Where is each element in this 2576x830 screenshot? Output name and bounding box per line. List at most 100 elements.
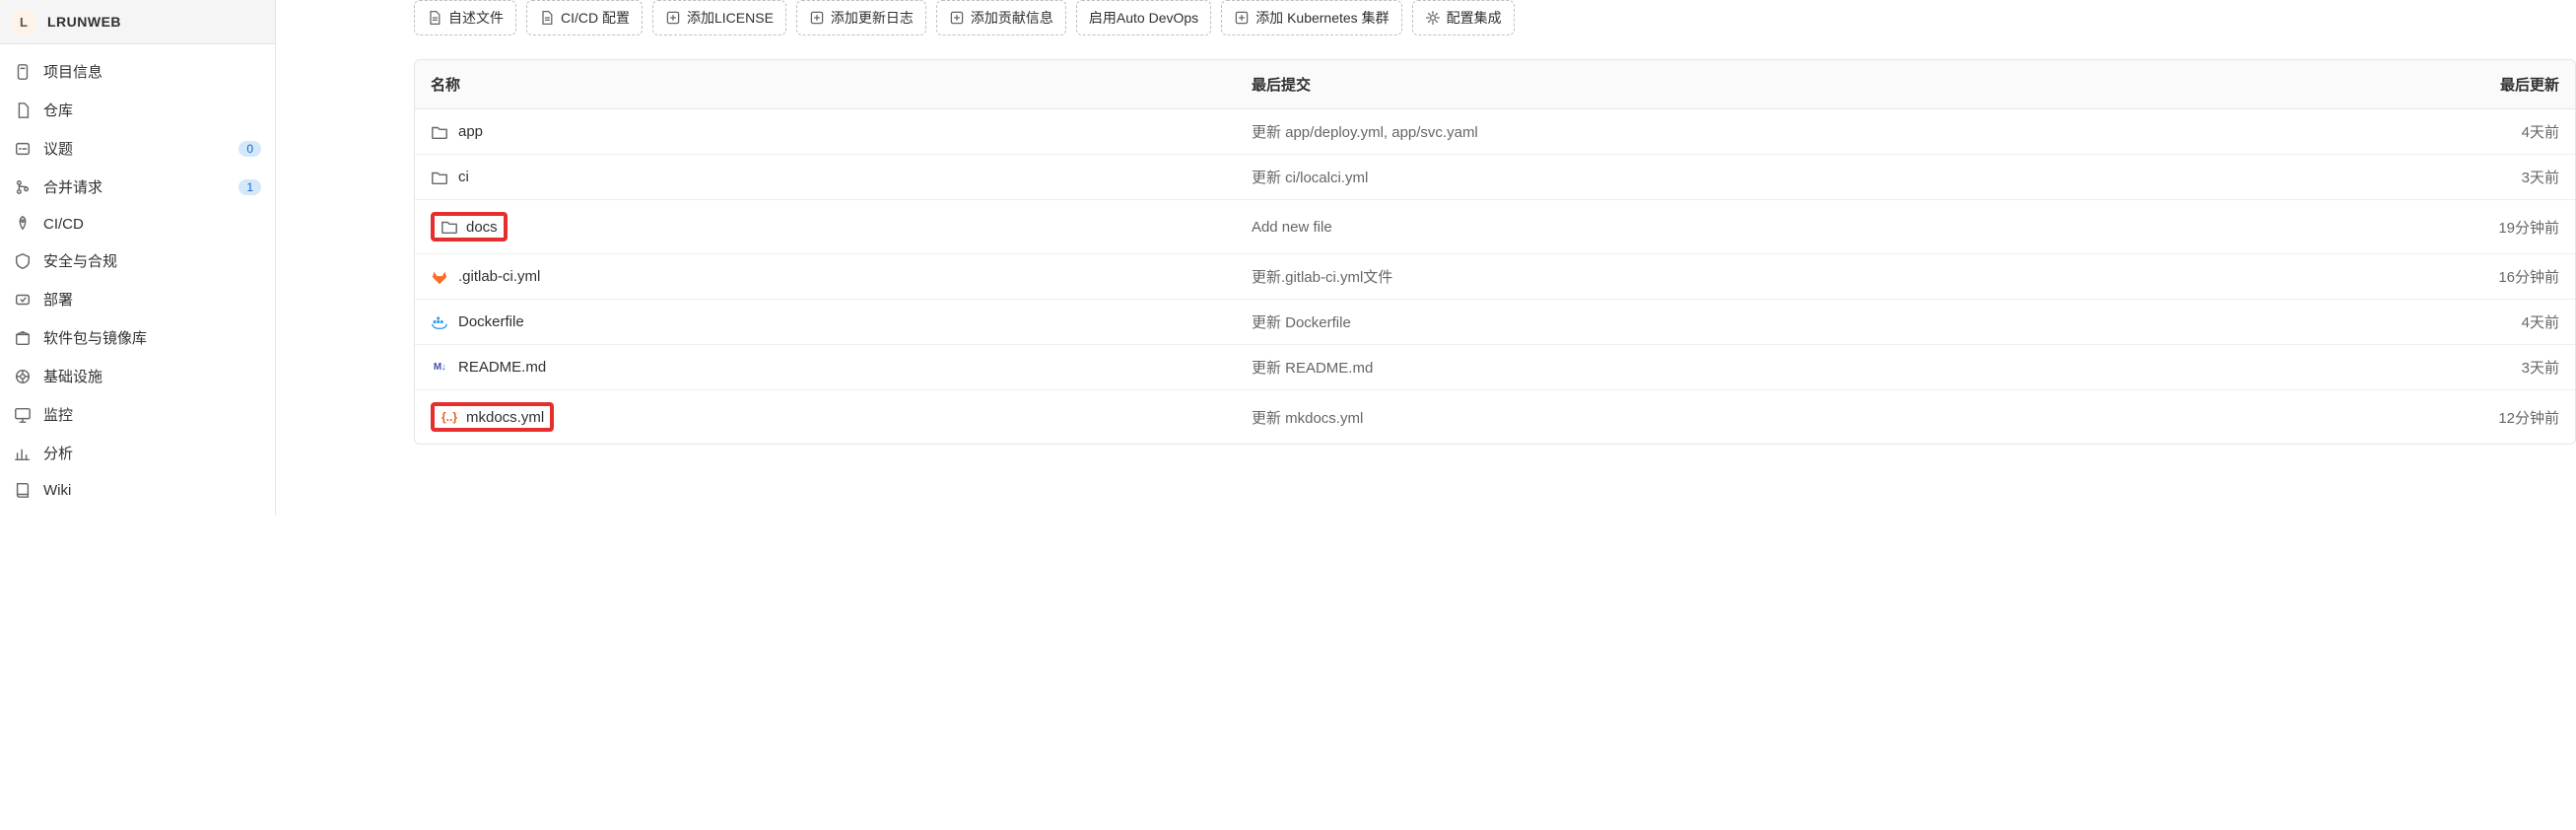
shield-icon xyxy=(14,252,32,270)
gitlab-icon xyxy=(431,268,448,286)
cell-commit[interactable]: Add new file xyxy=(1236,200,2272,254)
table-row[interactable]: M↓ README.md 更新 README.md3天前 xyxy=(415,345,2575,390)
sidebar-item-6[interactable]: 部署 xyxy=(0,280,275,318)
sidebar-badge: 1 xyxy=(238,179,261,195)
table-row[interactable]: .gitlab-ci.yml 更新.gitlab-ci.yml文件16分钟前 xyxy=(415,254,2575,300)
file-name-text: Dockerfile xyxy=(458,313,524,330)
cell-commit[interactable]: 更新 README.md xyxy=(1236,345,2272,390)
main-content: 自述文件 CI/CD 配置 添加LICENSE 添加更新日志 添加贡献信息 启用Auto … xyxy=(276,0,2576,516)
plus-icon xyxy=(949,10,965,26)
cell-name[interactable]: M↓ README.md xyxy=(415,345,1236,390)
file-doc-icon xyxy=(539,10,555,26)
table-row[interactable]: Dockerfile 更新 Dockerfile4天前 xyxy=(415,300,2575,345)
file-name-text: app xyxy=(458,123,483,140)
quick-actions-row: 自述文件 CI/CD 配置 添加LICENSE 添加更新日志 添加贡献信息 启用Auto … xyxy=(414,0,2576,47)
table-row[interactable]: {..}mkdocs.yml更新 mkdocs.yml12分钟前 xyxy=(415,390,2575,445)
sidebar-item-1[interactable]: 仓库 xyxy=(0,91,275,129)
plus-icon xyxy=(665,10,681,26)
cell-updated: 19分钟前 xyxy=(2272,200,2575,254)
cell-name[interactable]: .gitlab-ci.yml xyxy=(415,254,1236,300)
sidebar-item-11[interactable]: Wiki xyxy=(0,472,275,508)
cell-commit[interactable]: 更新 Dockerfile xyxy=(1236,300,2272,345)
sidebar-item-label: 仓库 xyxy=(43,100,261,120)
docker-icon xyxy=(431,313,448,331)
infra-icon xyxy=(14,368,32,385)
table-row[interactable]: ci更新 ci/localci.yml3天前 xyxy=(415,155,2575,200)
sidebar-item-0[interactable]: 项目信息 xyxy=(0,52,275,91)
sidebar-item-label: 项目信息 xyxy=(43,61,261,82)
table-row[interactable]: app更新 app/deploy.yml, app/svc.yaml4天前 xyxy=(415,109,2575,155)
cell-name[interactable]: ci xyxy=(415,155,1236,200)
gear-icon xyxy=(1425,10,1441,26)
quick-action-label: 添加LICENSE xyxy=(687,8,774,28)
sidebar-list: 项目信息仓库议题0合并请求1CI/CD安全与合规部署软件包与镜像库基础设施监控分… xyxy=(0,44,275,516)
file-doc-icon xyxy=(427,10,442,26)
rocket-icon xyxy=(14,215,32,233)
quick-action-6[interactable]: 添加 Kubernetes 集群 xyxy=(1221,0,1401,35)
sidebar-item-5[interactable]: 安全与合规 xyxy=(0,242,275,280)
quick-action-3[interactable]: 添加更新日志 xyxy=(796,0,926,35)
quick-action-7[interactable]: 配置集成 xyxy=(1412,0,1515,35)
sidebar-item-10[interactable]: 分析 xyxy=(0,434,275,472)
sidebar-badge: 0 xyxy=(238,141,261,157)
file-name-text: README.md xyxy=(458,359,546,376)
cell-updated: 12分钟前 xyxy=(2272,390,2575,445)
quick-action-label: CI/CD 配置 xyxy=(561,8,630,28)
quick-action-label: 添加 Kubernetes 集群 xyxy=(1255,8,1389,28)
sidebar-item-4[interactable]: CI/CD xyxy=(0,206,275,242)
cell-name[interactable]: {..}mkdocs.yml xyxy=(415,390,1236,445)
sidebar-item-label: 安全与合规 xyxy=(43,250,261,271)
file-table-body: app 更新 app/deploy.yml, app/svc.yaml 4天前 ci 更… xyxy=(415,109,2575,445)
package-icon xyxy=(14,329,32,347)
folder-icon xyxy=(431,123,448,141)
file-table: 名称 最后提交 最后更新 app 更新 app/deploy.yml, app/s… xyxy=(415,60,2575,444)
sidebar-item-9[interactable]: 监控 xyxy=(0,395,275,434)
merge-icon xyxy=(14,178,32,196)
cell-commit[interactable]: 更新 app/deploy.yml, app/svc.yaml xyxy=(1236,109,2272,155)
quick-action-label: 添加更新日志 xyxy=(831,8,914,28)
cell-name[interactable]: app xyxy=(415,109,1236,155)
quick-action-1[interactable]: CI/CD 配置 xyxy=(526,0,643,35)
quick-action-4[interactable]: 添加贡献信息 xyxy=(936,0,1066,35)
file-name-text: ci xyxy=(458,169,469,185)
sidebar: L LRUNWEB 项目信息仓库议题0合并请求1CI/CD安全与合规部署软件包与… xyxy=(0,0,276,516)
quick-action-0[interactable]: 自述文件 xyxy=(414,0,516,35)
quick-action-5[interactable]: 启用Auto DevOps xyxy=(1076,0,1211,35)
sidebar-item-label: 议题 xyxy=(43,138,238,159)
col-updated[interactable]: 最后更新 xyxy=(2272,60,2575,109)
cell-name[interactable]: Dockerfile xyxy=(415,300,1236,345)
quick-action-label: 启用Auto DevOps xyxy=(1089,8,1198,28)
monitor-icon xyxy=(14,406,32,424)
quick-action-2[interactable]: 添加LICENSE xyxy=(652,0,786,35)
analytics-icon xyxy=(14,445,32,462)
sidebar-item-8[interactable]: 基础设施 xyxy=(0,357,275,395)
plus-icon xyxy=(809,10,825,26)
book-icon xyxy=(14,481,32,499)
markdown-icon: M↓ xyxy=(431,359,448,377)
quick-action-label: 配置集成 xyxy=(1447,8,1502,28)
cell-updated: 3天前 xyxy=(2272,345,2575,390)
cell-commit[interactable]: 更新 mkdocs.yml xyxy=(1236,390,2272,445)
file-icon xyxy=(14,102,32,119)
sidebar-header[interactable]: L LRUNWEB xyxy=(0,0,275,44)
col-commit[interactable]: 最后提交 xyxy=(1236,60,2272,109)
cell-commit[interactable]: 更新 ci/localci.yml xyxy=(1236,155,2272,200)
file-name-text: mkdocs.yml xyxy=(466,409,544,426)
file-name-text: .gitlab-ci.yml xyxy=(458,268,540,285)
col-name[interactable]: 名称 xyxy=(415,60,1236,109)
cell-updated: 4天前 xyxy=(2272,300,2575,345)
cell-commit[interactable]: 更新.gitlab-ci.yml文件 xyxy=(1236,254,2272,300)
sidebar-item-3[interactable]: 合并请求1 xyxy=(0,168,275,206)
cell-updated: 16分钟前 xyxy=(2272,254,2575,300)
sidebar-item-label: 监控 xyxy=(43,404,261,425)
sidebar-item-label: 软件包与镜像库 xyxy=(43,327,261,348)
sidebar-item-2[interactable]: 议题0 xyxy=(0,129,275,168)
folder-icon xyxy=(441,218,458,236)
table-row[interactable]: docsAdd new file19分钟前 xyxy=(415,200,2575,254)
sidebar-item-label: Wiki xyxy=(43,482,261,499)
quick-action-label: 添加贡献信息 xyxy=(971,8,1053,28)
sidebar-item-7[interactable]: 软件包与镜像库 xyxy=(0,318,275,357)
sidebar-item-label: 合并请求 xyxy=(43,176,238,197)
cell-name[interactable]: docs xyxy=(415,200,1236,254)
sidebar-item-label: CI/CD xyxy=(43,216,261,233)
